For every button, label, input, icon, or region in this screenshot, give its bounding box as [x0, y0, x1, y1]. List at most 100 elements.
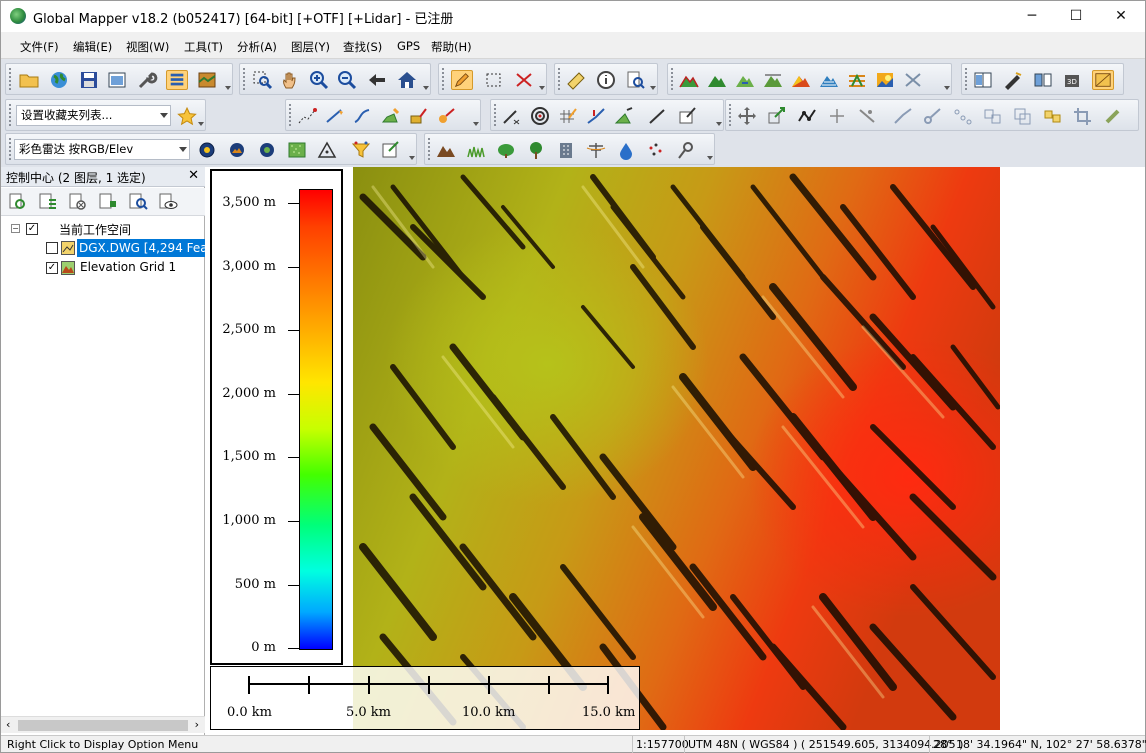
menu-analysis[interactable]: 分析(A): [237, 39, 277, 55]
scroll-right-icon[interactable]: ›: [195, 718, 199, 731]
layout-icon[interactable]: [1092, 70, 1114, 90]
attach-icon[interactable]: [1102, 106, 1124, 126]
noise-class-icon[interactable]: [645, 140, 667, 160]
create-points-icon[interactable]: [296, 106, 318, 126]
overview-map-icon[interactable]: [196, 70, 218, 90]
config-icon[interactable]: [106, 70, 128, 90]
map-view[interactable]: 3,500 m 3,000 m 2,500 m 2,000 m 1,500 m …: [206, 167, 1145, 735]
create-rectangle-icon[interactable]: [408, 106, 430, 126]
contour-icon[interactable]: [818, 70, 840, 90]
powerline-class-icon[interactable]: [585, 140, 607, 160]
edit-vertex-icon[interactable]: [501, 106, 523, 126]
menu-file[interactable]: 文件(F): [20, 39, 59, 55]
cut-icon[interactable]: [922, 106, 944, 126]
tree-class-icon[interactable]: [525, 140, 547, 160]
open-folder-icon[interactable]: [18, 70, 40, 90]
back-arrow-icon[interactable]: [366, 70, 388, 90]
digitizer-pencil-icon[interactable]: [451, 70, 473, 90]
show-hide-eye-icon[interactable]: [157, 192, 179, 212]
layer-row-dwg[interactable]: DGX.DWG [4,294 Fea: [1, 239, 205, 257]
node-chain-icon[interactable]: [952, 106, 974, 126]
menu-edit[interactable]: 编辑(E): [73, 39, 112, 55]
shading-icon[interactable]: [790, 70, 812, 90]
measure-ruler-icon[interactable]: [565, 70, 587, 90]
zoom-box-icon[interactable]: [252, 70, 274, 90]
watershed-icon[interactable]: [734, 70, 756, 90]
menu-search[interactable]: 查找(S): [343, 39, 382, 55]
scroll-left-icon[interactable]: ‹: [6, 718, 10, 731]
scrollbar-thumb[interactable]: [18, 720, 188, 731]
collapse-icon[interactable]: −: [11, 224, 20, 233]
minimize-button[interactable]: ─: [1009, 1, 1055, 32]
combine-icon[interactable]: [982, 106, 1004, 126]
edit-attributes-icon[interactable]: [677, 106, 699, 126]
path-profile-icon[interactable]: [1002, 70, 1024, 90]
layer-row-elevation[interactable]: ✓ Elevation Grid 1: [1, 259, 205, 277]
line-join-icon[interactable]: [892, 106, 914, 126]
compare-icon[interactable]: [1032, 70, 1054, 90]
panel-close-icon[interactable]: ✕: [188, 168, 199, 183]
split-view-icon[interactable]: [972, 70, 994, 90]
layer-options-icon[interactable]: [97, 192, 119, 212]
building-class-icon[interactable]: [555, 140, 577, 160]
menu-view[interactable]: 视图(W): [126, 39, 169, 55]
grass-class-icon[interactable]: [465, 140, 487, 160]
star-icon[interactable]: [176, 106, 198, 126]
view-shed-icon[interactable]: [706, 70, 728, 90]
ground-class-icon[interactable]: [435, 140, 457, 160]
crop-icon[interactable]: [1072, 106, 1094, 126]
close-button[interactable]: ✕: [1098, 1, 1144, 32]
control-center-icon[interactable]: [166, 70, 188, 90]
create-circle-icon[interactable]: [436, 106, 458, 126]
save-icon[interactable]: [78, 70, 100, 90]
pin-class-icon[interactable]: [675, 140, 697, 160]
menu-tools[interactable]: 工具(T): [184, 39, 223, 55]
layer-name-elevation[interactable]: Elevation Grid 1: [80, 260, 176, 274]
globe-icon[interactable]: [48, 70, 70, 90]
favorites-dropdown[interactable]: 设置收藏夹列表...: [16, 105, 171, 126]
shader-dropdown[interactable]: 彩色雷达 按RGB/Elev: [14, 139, 190, 160]
delete-x-icon[interactable]: [513, 70, 535, 90]
filter-icon[interactable]: [350, 140, 372, 160]
panel-horizontal-scrollbar[interactable]: ‹ ›: [1, 716, 205, 733]
lidar-gear-icon[interactable]: [256, 140, 278, 160]
edit-lidar-icon[interactable]: [380, 140, 402, 160]
hillshade-icon[interactable]: [874, 70, 896, 90]
layer-name-dwg[interactable]: DGX.DWG [4,294 Fea: [77, 239, 205, 257]
zoom-out-icon[interactable]: [336, 70, 358, 90]
elevation-grid-map[interactable]: [353, 167, 1000, 730]
wrench-icon[interactable]: [136, 70, 158, 90]
shrub-class-icon[interactable]: [495, 140, 517, 160]
vertex-nodes-icon[interactable]: [796, 106, 818, 126]
layer-properties-icon[interactable]: [7, 192, 29, 212]
terrain-gear-icon[interactable]: [226, 140, 248, 160]
workspace-checkbox[interactable]: ✓: [26, 223, 38, 235]
pan-cross-icon[interactable]: [826, 106, 848, 126]
info-icon[interactable]: [595, 70, 617, 90]
copy-feature-icon[interactable]: [1012, 106, 1034, 126]
create-curve-icon[interactable]: [352, 106, 374, 126]
layer-checkbox[interactable]: ✓: [46, 262, 58, 274]
create-line-icon[interactable]: [324, 106, 346, 126]
slope-icon[interactable]: [846, 70, 868, 90]
layer-metadata-icon[interactable]: [37, 192, 59, 212]
3d-view-icon[interactable]: 3D: [1062, 70, 1084, 90]
feature-search-icon[interactable]: [625, 70, 647, 90]
zoom-to-layer-icon[interactable]: [127, 192, 149, 212]
duplicate-icon[interactable]: [1042, 106, 1064, 126]
lidar-cloud-icon[interactable]: [286, 140, 308, 160]
layer-checkbox[interactable]: [46, 242, 58, 254]
zoom-in-icon[interactable]: [308, 70, 330, 90]
create-area-icon[interactable]: [380, 106, 402, 126]
home-icon[interactable]: [396, 70, 418, 90]
disable-tool-icon[interactable]: [902, 70, 924, 90]
maximize-button[interactable]: ☐: [1053, 1, 1099, 32]
close-layer-icon[interactable]: [67, 192, 89, 212]
elevation-profile-icon[interactable]: [678, 70, 700, 90]
move-icon[interactable]: [736, 106, 758, 126]
terrain-cut-fill-icon[interactable]: [762, 70, 784, 90]
split-line-icon[interactable]: [585, 106, 607, 126]
water-class-icon[interactable]: [615, 140, 637, 160]
shader-settings-icon[interactable]: [196, 140, 218, 160]
target-icon[interactable]: [529, 106, 551, 126]
